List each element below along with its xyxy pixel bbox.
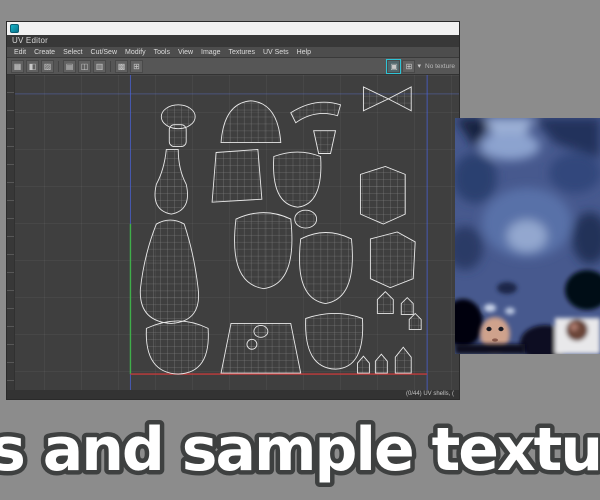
menu-modify[interactable]: Modify [121, 47, 150, 58]
uv-shells[interactable] [139, 86, 422, 375]
move-uv-icon[interactable]: ◧ [26, 59, 39, 73]
grab-uv-icon[interactable]: ▤ [63, 59, 76, 73]
menu-create[interactable]: Create [30, 47, 59, 58]
menu-select[interactable]: Select [59, 47, 86, 58]
display-image-icon[interactable]: ▣ [386, 58, 402, 74]
menu-uv-sets[interactable]: UV Sets [259, 47, 293, 58]
toolbar-separator [110, 60, 111, 72]
menu-tools[interactable]: Tools [150, 47, 174, 58]
menu-cut-sew[interactable]: Cut/Sew [87, 47, 121, 58]
uv-editor-window: UV Editor Edit Create Select Cut/Sew Mod… [6, 21, 460, 400]
menu-help[interactable]: Help [293, 47, 315, 58]
menu-edit[interactable]: Edit [10, 47, 30, 58]
page: { "window": { "title": "UV Editor", "men… [0, 0, 600, 500]
pixel-snap-icon[interactable]: ⊞ [402, 59, 416, 73]
menu-view[interactable]: View [174, 47, 197, 58]
menubar: Edit Create Select Cut/Sew Modify Tools … [7, 47, 459, 58]
texture-canvas [455, 118, 600, 354]
uv-shells-canvas [7, 75, 459, 390]
uv-viewport[interactable] [7, 75, 459, 390]
viewport-ruler [7, 75, 15, 390]
chevron-down-icon[interactable]: ▾ [417, 62, 421, 70]
menu-textures[interactable]: Textures [225, 47, 259, 58]
smear-uv-icon[interactable]: ▥ [93, 59, 106, 73]
texture-borders-icon[interactable]: ⊞ [130, 59, 143, 73]
menu-image[interactable]: Image [197, 47, 224, 58]
toolbar: ▦ ◧ ▨ ▤ ◫ ▥ ▩ ⊞ ▣ ⊞ ▾ No texture [7, 58, 459, 75]
caption: UVs and sample textures [0, 404, 600, 500]
maya-app-icon [10, 24, 19, 33]
status-bar: (0/44) UV shells, ( [7, 390, 459, 399]
window-titlebar-light[interactable] [7, 22, 459, 35]
window-title[interactable]: UV Editor [7, 35, 459, 47]
pinch-uv-icon[interactable]: ◫ [78, 59, 91, 73]
sew-uv-icon[interactable]: ▨ [41, 59, 54, 73]
toolbar-right-group: ▣ ⊞ ▾ No texture [386, 58, 455, 74]
texture-dropdown-label[interactable]: No texture [425, 63, 455, 70]
uv-lattice-icon[interactable]: ▦ [11, 59, 24, 73]
checker-display-icon[interactable]: ▩ [115, 59, 128, 73]
sample-texture-image [455, 118, 600, 354]
toolbar-separator [58, 60, 59, 72]
caption-text: UVs and sample textures [0, 415, 600, 485]
status-uv-shells-count: (0/44) UV shells, ( [405, 391, 454, 397]
